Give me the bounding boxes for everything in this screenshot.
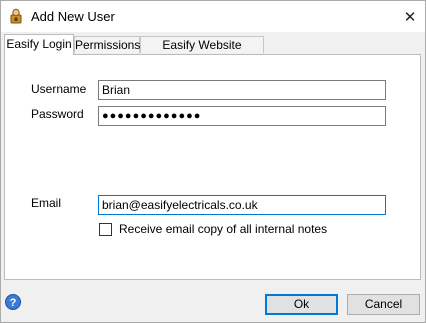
tab-panel-easify-login: Username Brian Password ●●●●●●●●●●●●● Em… [4,54,421,280]
email-input[interactable]: brian@easifyelectricals.co.uk [98,195,386,215]
username-input[interactable]: Brian [98,80,386,100]
email-copy-checkbox[interactable] [99,223,112,236]
tab-easify-website-account[interactable]: Easify Website Account [140,36,264,69]
close-icon[interactable]: ✕ [395,1,425,32]
svg-text:?: ? [10,297,17,309]
user-lock-icon [9,8,23,24]
tab-strip: Easify Login Permissions Easify Website … [4,34,422,69]
email-copy-label[interactable]: Receive email copy of all internal notes [119,222,327,236]
username-label: Username [31,82,87,96]
window-title: Add New User [31,9,115,24]
help-icon[interactable]: ? [5,294,21,310]
password-label: Password [31,107,84,121]
cancel-button[interactable]: Cancel [347,294,420,315]
add-new-user-dialog: Add New User ✕ Easify Login Permissions … [0,0,426,323]
button-bar: ? Ok Cancel [1,280,425,322]
title-bar: Add New User ✕ [1,1,425,32]
password-input[interactable]: ●●●●●●●●●●●●● [98,106,386,126]
tab-easify-login[interactable]: Easify Login [4,34,74,55]
ok-button[interactable]: Ok [265,294,338,315]
tab-permissions[interactable]: Permissions [74,36,140,53]
email-label: Email [31,196,62,210]
